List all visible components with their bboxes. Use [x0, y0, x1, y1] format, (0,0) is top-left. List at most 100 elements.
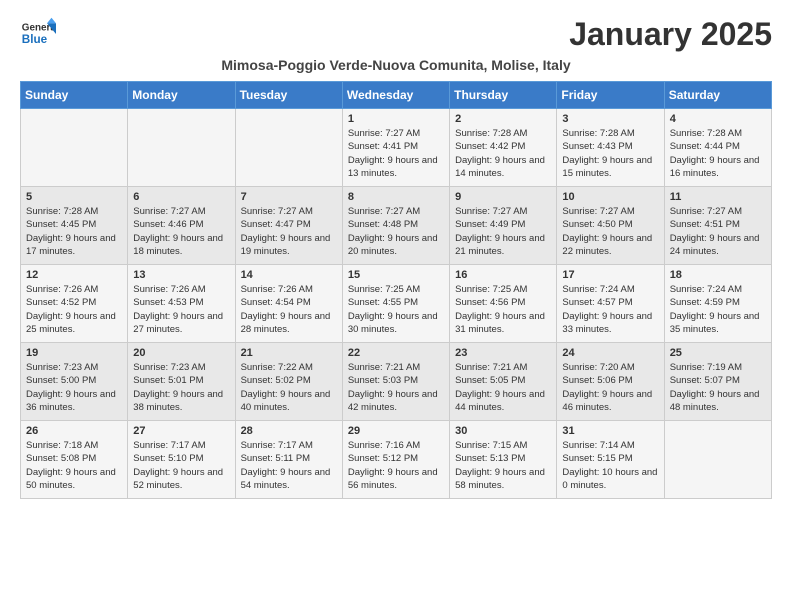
day-cell: 3 Sunrise: 7:28 AM Sunset: 4:43 PM Dayli… [557, 109, 664, 187]
sunrise-text: Sunrise: 7:27 AM [670, 206, 742, 217]
day-info: Sunrise: 7:26 AM Sunset: 4:52 PM Dayligh… [26, 283, 122, 336]
sunrise-text: Sunrise: 7:27 AM [348, 206, 420, 217]
sunrise-text: Sunrise: 7:28 AM [670, 128, 742, 139]
logo: General Blue [20, 16, 56, 52]
sunset-text: Sunset: 5:07 PM [670, 375, 740, 386]
sunrise-text: Sunrise: 7:20 AM [562, 362, 634, 373]
day-number: 22 [348, 347, 444, 359]
day-info: Sunrise: 7:26 AM Sunset: 4:54 PM Dayligh… [241, 283, 337, 336]
day-number: 4 [670, 113, 766, 125]
day-info: Sunrise: 7:21 AM Sunset: 5:03 PM Dayligh… [348, 361, 444, 414]
sunset-text: Sunset: 5:10 PM [133, 453, 203, 464]
day-cell: 15 Sunrise: 7:25 AM Sunset: 4:55 PM Dayl… [342, 265, 449, 343]
day-cell: 14 Sunrise: 7:26 AM Sunset: 4:54 PM Dayl… [235, 265, 342, 343]
daylight-text: Daylight: 9 hours and 24 minutes. [670, 233, 760, 257]
day-number: 1 [348, 113, 444, 125]
day-cell: 31 Sunrise: 7:14 AM Sunset: 5:15 PM Dayl… [557, 421, 664, 499]
week-row-4: 19 Sunrise: 7:23 AM Sunset: 5:00 PM Dayl… [21, 343, 772, 421]
sunrise-text: Sunrise: 7:27 AM [133, 206, 205, 217]
day-number: 24 [562, 347, 658, 359]
daylight-text: Daylight: 9 hours and 31 minutes. [455, 311, 545, 335]
day-cell: 6 Sunrise: 7:27 AM Sunset: 4:46 PM Dayli… [128, 187, 235, 265]
sunset-text: Sunset: 5:11 PM [241, 453, 311, 464]
svg-text:Blue: Blue [22, 33, 48, 46]
daylight-text: Daylight: 9 hours and 27 minutes. [133, 311, 223, 335]
daylight-text: Daylight: 9 hours and 14 minutes. [455, 155, 545, 179]
header: General Blue January 2025 [20, 16, 772, 53]
sunrise-text: Sunrise: 7:24 AM [562, 284, 634, 295]
daylight-text: Daylight: 9 hours and 36 minutes. [26, 389, 116, 413]
day-info: Sunrise: 7:21 AM Sunset: 5:05 PM Dayligh… [455, 361, 551, 414]
sunrise-text: Sunrise: 7:22 AM [241, 362, 313, 373]
day-cell: 25 Sunrise: 7:19 AM Sunset: 5:07 PM Dayl… [664, 343, 771, 421]
day-number: 14 [241, 269, 337, 281]
header-friday: Friday [557, 82, 664, 109]
week-row-5: 26 Sunrise: 7:18 AM Sunset: 5:08 PM Dayl… [21, 421, 772, 499]
day-info: Sunrise: 7:25 AM Sunset: 4:55 PM Dayligh… [348, 283, 444, 336]
daylight-text: Daylight: 9 hours and 56 minutes. [348, 467, 438, 491]
sunset-text: Sunset: 5:05 PM [455, 375, 525, 386]
day-number: 16 [455, 269, 551, 281]
sunset-text: Sunset: 5:12 PM [348, 453, 418, 464]
sunset-text: Sunset: 4:53 PM [133, 297, 203, 308]
sunrise-text: Sunrise: 7:26 AM [241, 284, 313, 295]
day-info: Sunrise: 7:26 AM Sunset: 4:53 PM Dayligh… [133, 283, 229, 336]
daylight-text: Daylight: 9 hours and 15 minutes. [562, 155, 652, 179]
day-info: Sunrise: 7:15 AM Sunset: 5:13 PM Dayligh… [455, 439, 551, 492]
sunset-text: Sunset: 4:50 PM [562, 219, 632, 230]
sunset-text: Sunset: 5:13 PM [455, 453, 525, 464]
day-cell: 29 Sunrise: 7:16 AM Sunset: 5:12 PM Dayl… [342, 421, 449, 499]
header-thursday: Thursday [450, 82, 557, 109]
day-cell: 20 Sunrise: 7:23 AM Sunset: 5:01 PM Dayl… [128, 343, 235, 421]
day-info: Sunrise: 7:18 AM Sunset: 5:08 PM Dayligh… [26, 439, 122, 492]
sunrise-text: Sunrise: 7:17 AM [133, 440, 205, 451]
day-cell: 13 Sunrise: 7:26 AM Sunset: 4:53 PM Dayl… [128, 265, 235, 343]
daylight-text: Daylight: 10 hours and 0 minutes. [562, 467, 657, 491]
day-info: Sunrise: 7:14 AM Sunset: 5:15 PM Dayligh… [562, 439, 658, 492]
day-number: 31 [562, 425, 658, 437]
header-monday: Monday [128, 82, 235, 109]
daylight-text: Daylight: 9 hours and 35 minutes. [670, 311, 760, 335]
day-info: Sunrise: 7:28 AM Sunset: 4:43 PM Dayligh… [562, 127, 658, 180]
day-number: 23 [455, 347, 551, 359]
day-cell: 8 Sunrise: 7:27 AM Sunset: 4:48 PM Dayli… [342, 187, 449, 265]
daylight-text: Daylight: 9 hours and 18 minutes. [133, 233, 223, 257]
sunrise-text: Sunrise: 7:26 AM [26, 284, 98, 295]
day-cell: 19 Sunrise: 7:23 AM Sunset: 5:00 PM Dayl… [21, 343, 128, 421]
sunset-text: Sunset: 5:02 PM [241, 375, 311, 386]
day-number: 20 [133, 347, 229, 359]
day-cell: 7 Sunrise: 7:27 AM Sunset: 4:47 PM Dayli… [235, 187, 342, 265]
day-info: Sunrise: 7:27 AM Sunset: 4:50 PM Dayligh… [562, 205, 658, 258]
day-number: 3 [562, 113, 658, 125]
daylight-text: Daylight: 9 hours and 42 minutes. [348, 389, 438, 413]
sunset-text: Sunset: 5:06 PM [562, 375, 632, 386]
sunset-text: Sunset: 4:51 PM [670, 219, 740, 230]
daylight-text: Daylight: 9 hours and 58 minutes. [455, 467, 545, 491]
day-cell [664, 421, 771, 499]
calendar-table: Sunday Monday Tuesday Wednesday Thursday… [20, 81, 772, 499]
day-cell: 4 Sunrise: 7:28 AM Sunset: 4:44 PM Dayli… [664, 109, 771, 187]
sunset-text: Sunset: 4:45 PM [26, 219, 96, 230]
day-cell: 1 Sunrise: 7:27 AM Sunset: 4:41 PM Dayli… [342, 109, 449, 187]
day-number: 25 [670, 347, 766, 359]
daylight-text: Daylight: 9 hours and 28 minutes. [241, 311, 331, 335]
day-number: 2 [455, 113, 551, 125]
day-number: 12 [26, 269, 122, 281]
sunrise-text: Sunrise: 7:16 AM [348, 440, 420, 451]
sunrise-text: Sunrise: 7:27 AM [241, 206, 313, 217]
sunset-text: Sunset: 4:41 PM [348, 141, 418, 152]
daylight-text: Daylight: 9 hours and 40 minutes. [241, 389, 331, 413]
day-cell: 26 Sunrise: 7:18 AM Sunset: 5:08 PM Dayl… [21, 421, 128, 499]
day-cell: 23 Sunrise: 7:21 AM Sunset: 5:05 PM Dayl… [450, 343, 557, 421]
sunrise-text: Sunrise: 7:26 AM [133, 284, 205, 295]
sunrise-text: Sunrise: 7:28 AM [26, 206, 98, 217]
daylight-text: Daylight: 9 hours and 17 minutes. [26, 233, 116, 257]
day-number: 30 [455, 425, 551, 437]
sunrise-text: Sunrise: 7:17 AM [241, 440, 313, 451]
day-info: Sunrise: 7:27 AM Sunset: 4:47 PM Dayligh… [241, 205, 337, 258]
day-number: 6 [133, 191, 229, 203]
day-info: Sunrise: 7:20 AM Sunset: 5:06 PM Dayligh… [562, 361, 658, 414]
day-info: Sunrise: 7:28 AM Sunset: 4:44 PM Dayligh… [670, 127, 766, 180]
daylight-text: Daylight: 9 hours and 19 minutes. [241, 233, 331, 257]
daylight-text: Daylight: 9 hours and 33 minutes. [562, 311, 652, 335]
